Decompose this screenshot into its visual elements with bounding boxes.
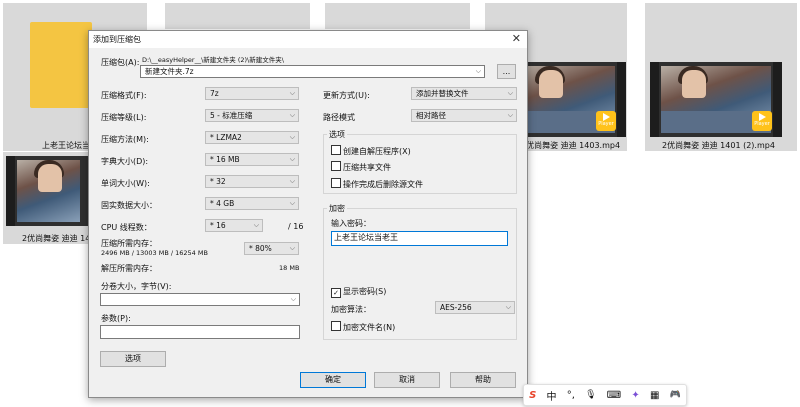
ime-toolbar: S 中 °, 🎙 ⌨ ✦ ▦ 🎮 [523,384,687,406]
game-icon[interactable]: 🎮 [670,390,681,400]
skin-icon[interactable]: ✦ [631,390,639,401]
mem-compress-label: 压缩所需内存： [101,239,157,248]
encrypt-names-checkbox[interactable]: 加密文件名(N) [331,321,395,333]
folder-icon [30,22,92,108]
mem-decompress-value: 18 MB [279,264,300,272]
solid-select[interactable]: * 4 GB ⌵ [205,197,299,210]
chevron-down-icon: ⌵ [289,199,295,207]
checkbox-box [331,161,341,171]
cpu-label: CPU 线程数： [101,223,152,232]
video-left-label: 2优尚舞姿 迪迪 140 [22,234,96,243]
sfx-checkbox[interactable]: 创建自解压程序(X) [331,145,411,157]
mem-decompress-label: 解压所需内存： [101,264,157,273]
check-icon: ✓ [331,288,341,298]
password-input[interactable]: 上老王论坛当老王 [331,231,508,246]
chevron-down-icon: ⌵ [290,295,296,303]
close-icon[interactable]: ✕ [512,32,521,45]
play-badge-icon: Player [752,111,772,131]
folder-label: 上老王论坛当 [42,141,90,150]
checkbox-box [331,321,341,331]
video-right-label: 2优尚舞姿 迪迪 1401 (2).mp4 [662,141,775,150]
chevron-down-icon: ⌵ [505,303,511,311]
archive-name-combo[interactable]: 新建文件夹.7z ⌵ [140,65,485,78]
update-label: 更新方式(U): [323,91,370,100]
split-combo[interactable]: ⌵ [100,293,300,306]
keyboard-icon[interactable]: ⌨ [607,390,621,401]
level-label: 压缩等级(L): [101,113,147,122]
shared-checkbox[interactable]: 压缩共享文件 [331,161,391,173]
method-label: 压缩方法(M): [101,135,149,144]
enc-method-select[interactable]: AES-256 ⌵ [435,301,515,314]
method-select[interactable]: * LZMA2 ⌵ [205,131,299,144]
params-input[interactable] [100,325,300,339]
chevron-down-icon: ⌵ [507,89,513,97]
chevron-down-icon: ⌵ [289,155,295,163]
mem-compress-value: 2496 MB / 13003 MB / 16254 MB [101,249,208,257]
options-group-title: 选项 [327,129,347,140]
chevron-down-icon: ⌵ [289,111,295,119]
format-label: 压缩格式(F): [101,91,147,100]
help-button[interactable]: 帮助 [450,372,516,388]
cancel-button[interactable]: 取消 [374,372,440,388]
add-to-archive-dialog: 添加到压缩包 ✕ 压缩包(A): D:\__easyHelper__\新建文件夹… [88,30,528,398]
show-password-checkbox[interactable]: ✓ 显示密码(S) [331,286,386,298]
play-badge-icon: Player [596,111,616,131]
dialog-title: 添加到压缩包 [93,35,141,44]
dialog-titlebar[interactable]: 添加到压缩包 ✕ [89,31,527,48]
chevron-down-icon: ⌵ [289,133,295,141]
enc-method-label: 加密算法： [331,305,371,314]
dict-label: 字典大小(D): [101,157,149,166]
word-select[interactable]: * 32 ⌵ [205,175,299,188]
cpu-select[interactable]: * 16 ⌵ [205,219,263,232]
chevron-down-icon: ⌵ [289,89,295,97]
format-select[interactable]: 7z ⌵ [205,87,299,100]
chevron-down-icon: ⌵ [289,177,295,185]
chevron-down-icon: ⌵ [475,67,481,75]
punctuation-icon[interactable]: °, [567,390,575,401]
chevron-down-icon: ⌵ [253,221,259,229]
video-mid-label: 2优尚舞姿 迪迪 1403.mp4 [521,141,621,150]
sogou-logo-icon[interactable]: S [529,390,536,401]
encryption-group-title: 加密 [327,203,347,214]
split-label: 分卷大小，字节(V): [101,282,172,291]
ok-button[interactable]: 确定 [300,372,366,388]
mem-percent-select[interactable]: * 80% ⌵ [244,242,299,255]
toolbox-grid-icon[interactable]: ▦ [650,390,659,401]
params-label: 参数(P): [101,314,131,323]
archive-label: 压缩包(A): [101,58,140,67]
ime-mode-toggle[interactable]: 中 [547,388,557,403]
archive-path: D:\__easyHelper__\新建文件夹 (2)\新建文件夹\ [142,56,284,64]
chevron-down-icon: ⌵ [507,111,513,119]
update-select[interactable]: 添加并替换文件 ⌵ [411,87,517,100]
options-button[interactable]: 选项 [100,351,166,367]
file-tile-top-1[interactable] [165,3,310,29]
archive-name-value: 新建文件夹.7z [145,67,194,76]
video-thumbnail-left [6,156,91,226]
path-mode-label: 路径模式 [323,113,355,122]
word-label: 单词大小(W): [101,179,150,188]
level-select[interactable]: 5 - 标准压缩 ⌵ [205,109,299,122]
checkbox-box [331,145,341,155]
chevron-down-icon: ⌵ [289,244,295,252]
browse-button[interactable]: ... [497,64,516,79]
file-tile-top-2[interactable] [325,3,470,29]
solid-label: 固实数据大小： [101,201,157,210]
delete-source-checkbox[interactable]: 操作完成后删除源文件 [331,178,423,190]
checkbox-box [331,178,341,188]
video-thumbnail-right: Player [650,62,782,137]
microphone-icon[interactable]: 🎙 [585,390,596,400]
path-mode-select[interactable]: 相对路径 ⌵ [411,109,517,122]
password-label: 输入密码： [331,219,371,228]
cpu-total: / 16 [288,222,304,231]
dict-select[interactable]: * 16 MB ⌵ [205,153,299,166]
